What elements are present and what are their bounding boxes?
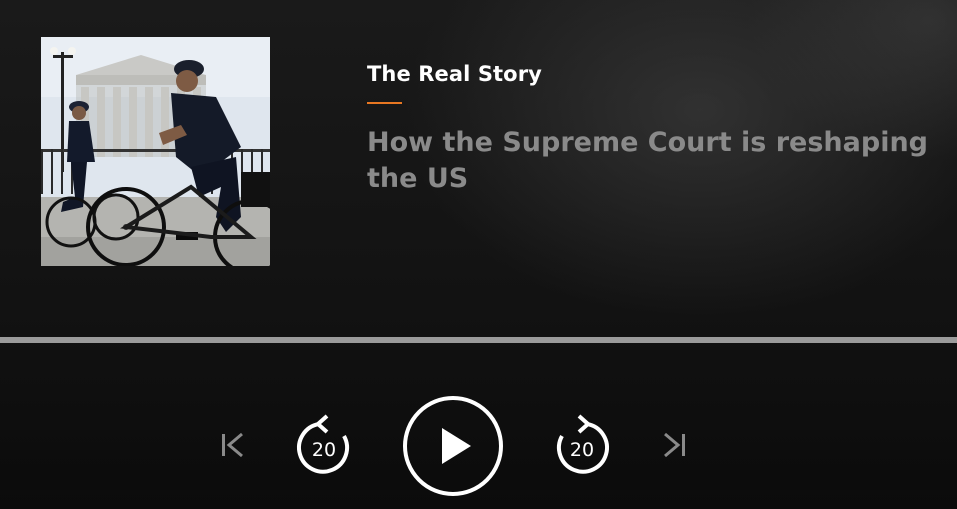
show-name[interactable]: The Real Story [367, 62, 542, 86]
artwork-image [41, 37, 270, 266]
progress-bar[interactable] [0, 337, 957, 343]
episode-title: How the Supreme Court is reshaping the U… [367, 127, 929, 194]
play-icon [403, 396, 503, 496]
rewind-seconds: 20 [311, 439, 337, 461]
skip-previous-button[interactable] [219, 431, 247, 459]
forward-button[interactable]: 20 [554, 414, 610, 474]
skip-next-icon [664, 432, 685, 458]
forward-seconds: 20 [569, 439, 595, 461]
audio-player: The Real Story How the Supreme Court is … [0, 0, 957, 509]
episode-artwork [41, 37, 270, 266]
play-button[interactable] [402, 395, 504, 497]
skip-previous-icon [222, 432, 243, 458]
skip-next-button[interactable] [660, 431, 688, 459]
title-accent-line [367, 102, 402, 104]
rewind-button[interactable]: 20 [296, 414, 352, 474]
